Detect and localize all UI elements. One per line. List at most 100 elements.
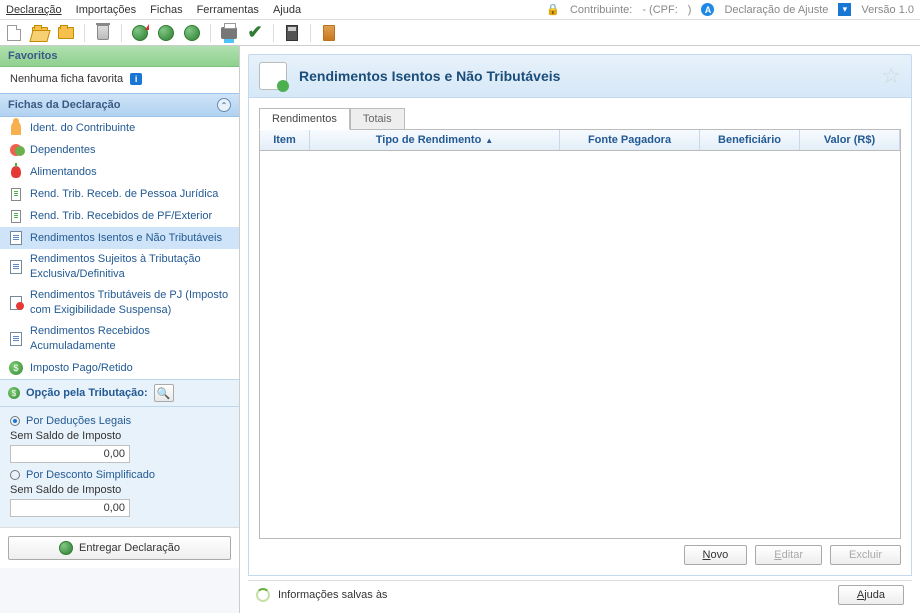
- doc-green-icon: [8, 186, 24, 202]
- opt-label: Por Desconto Simplificado: [26, 469, 155, 481]
- cpf-label: - (CPF:: [642, 4, 677, 16]
- opt-simplificado[interactable]: Por Desconto Simplificado: [10, 467, 229, 483]
- table-header: Item Tipo de Rendimento▲ Fonte Pagadora …: [260, 130, 900, 151]
- favoritos-title: Favoritos: [8, 50, 58, 62]
- coin-icon: $: [8, 360, 24, 376]
- globe-icon[interactable]: [182, 23, 202, 43]
- apple-icon: [8, 164, 24, 180]
- tab-rendimentos[interactable]: Rendimentos: [259, 108, 350, 130]
- statusbar: Informações salvas às Ajuda: [248, 580, 912, 609]
- ficha-dependentes[interactable]: Dependentes: [0, 139, 239, 161]
- toolbar: ✔: [0, 20, 920, 46]
- ficha-rend-isentos[interactable]: Rendimentos Isentos e Não Tributáveis: [0, 227, 239, 249]
- doc-blue-icon: [8, 230, 24, 246]
- menu-ferramentas[interactable]: Ferramentas: [197, 4, 259, 16]
- ficha-rend-pj-suspensa[interactable]: Rendimentos Tributáveis de PJ (Imposto c…: [0, 285, 239, 321]
- editar-rest: ditar: [782, 549, 803, 561]
- person-icon: [8, 120, 24, 136]
- radio-on-icon: [10, 416, 20, 426]
- content-body: Rendimentos Totais Item Tipo de Rendimen…: [248, 98, 912, 576]
- opt1-value: 0,00: [10, 445, 130, 463]
- menu-fichas[interactable]: Fichas: [150, 4, 182, 16]
- editar-button[interactable]: Editar: [755, 545, 822, 565]
- globe-send-icon[interactable]: [130, 23, 150, 43]
- opcao-tributacao-bar: $ Opção pela Tributação: 🔍: [0, 379, 239, 407]
- collapse-icon[interactable]: ⌃: [217, 98, 231, 112]
- ficha-imposto-pago[interactable]: $ Imposto Pago/Retido: [0, 357, 239, 379]
- ficha-label: Rend. Trib. Receb. de Pessoa Jurídica: [30, 187, 218, 202]
- doc-green-icon: [8, 208, 24, 224]
- ficha-ident-contribuinte[interactable]: Ident. do Contribuinte: [0, 117, 239, 139]
- doc-red-icon: [8, 295, 24, 311]
- version-icon: ▾: [838, 3, 851, 16]
- col-fonte[interactable]: Fonte Pagadora: [560, 130, 700, 150]
- clipboard-icon[interactable]: [319, 23, 339, 43]
- ficha-rend-pf[interactable]: Rend. Trib. Recebidos de PF/Exterior: [0, 205, 239, 227]
- folder-icon[interactable]: [56, 23, 76, 43]
- col-tipo-label: Tipo de Rendimento: [376, 134, 482, 146]
- magnify-button[interactable]: 🔍: [154, 384, 174, 402]
- menu-ajuda[interactable]: Ajuda: [273, 4, 301, 16]
- col-item[interactable]: Item: [260, 130, 310, 150]
- ficha-label: Dependentes: [30, 143, 95, 158]
- fav-empty-text: Nenhuma ficha favorita: [10, 73, 123, 85]
- favoritos-body: Nenhuma ficha favorita i: [0, 67, 239, 93]
- opt2-sub: Sem Saldo de Imposto: [10, 483, 229, 497]
- open-folder-icon[interactable]: [30, 23, 50, 43]
- doc-blue-icon: [8, 259, 24, 275]
- menu-importacoes[interactable]: Importações: [76, 4, 137, 16]
- globe-receive-icon[interactable]: [156, 23, 176, 43]
- opt-deducoes[interactable]: Por Deduções Legais: [10, 413, 229, 429]
- excluir-button[interactable]: Excluir: [830, 545, 901, 565]
- sidebar: Favoritos Nenhuma ficha favorita i Ficha…: [0, 46, 240, 613]
- opcao-title: Opção pela Tributação:: [26, 387, 148, 399]
- menu-declaracao[interactable]: Declaração: [6, 4, 62, 16]
- col-valor[interactable]: Valor (R$): [800, 130, 900, 150]
- radio-off-icon: [10, 470, 20, 480]
- fichas-header[interactable]: Fichas da Declaração ⌃: [0, 93, 239, 117]
- ficha-alimentandos[interactable]: Alimentandos: [0, 161, 239, 183]
- ficha-label: Imposto Pago/Retido: [30, 361, 133, 376]
- favoritos-header[interactable]: Favoritos: [0, 46, 239, 67]
- status-text: Informações salvas às: [278, 589, 387, 601]
- version-text: Versão 1.0: [861, 4, 914, 16]
- info-icon[interactable]: i: [130, 73, 142, 85]
- globe-icon: [59, 541, 73, 555]
- ficha-label: Rend. Trib. Recebidos de PF/Exterior: [30, 209, 212, 224]
- content-header: Rendimentos Isentos e Não Tributáveis ☆: [248, 54, 912, 98]
- ficha-rend-acumulado[interactable]: Rendimentos Recebidos Acumuladamente: [0, 321, 239, 357]
- sort-asc-icon: ▲: [485, 136, 493, 145]
- opt2-value: 0,00: [10, 499, 130, 517]
- opt-label: Por Deduções Legais: [26, 415, 131, 427]
- new-doc-icon[interactable]: [4, 23, 24, 43]
- print-icon[interactable]: [219, 23, 239, 43]
- check-icon[interactable]: ✔: [245, 23, 265, 43]
- table-actions: Novo Editar Excluir: [259, 539, 901, 565]
- contribuinte-label: Contribuinte:: [570, 4, 632, 16]
- ficha-rend-pj[interactable]: Rend. Trib. Receb. de Pessoa Jurídica: [0, 183, 239, 205]
- page-title: Rendimentos Isentos e Não Tributáveis: [299, 68, 560, 84]
- ajuda-button[interactable]: Ajuda: [838, 585, 904, 605]
- trash-icon[interactable]: [93, 23, 113, 43]
- cpf-close: ): [688, 4, 692, 16]
- page-doc-icon: [259, 62, 287, 90]
- opt1-sub: Sem Saldo de Imposto: [10, 429, 229, 443]
- ficha-label: Alimentandos: [30, 165, 97, 180]
- persons-icon: [8, 142, 24, 158]
- favorite-star-icon[interactable]: ☆: [881, 63, 901, 89]
- ficha-rend-exclusiva[interactable]: Rendimentos Sujeitos à Tributação Exclus…: [0, 249, 239, 285]
- ficha-label: Rendimentos Tributáveis de PJ (Imposto c…: [30, 288, 231, 318]
- tab-totais[interactable]: Totais: [350, 108, 405, 130]
- coin-icon: $: [8, 387, 20, 399]
- col-tipo[interactable]: Tipo de Rendimento▲: [310, 130, 560, 150]
- ficha-label: Rendimentos Sujeitos à Tributação Exclus…: [30, 252, 231, 282]
- entregar-button[interactable]: Entregar Declaração: [8, 536, 231, 560]
- ficha-label: Rendimentos Isentos e Não Tributáveis: [30, 231, 222, 246]
- tabs: Rendimentos Totais: [259, 108, 901, 130]
- menubar: Declaração Importações Fichas Ferramenta…: [0, 0, 920, 20]
- calculator-icon[interactable]: [282, 23, 302, 43]
- col-beneficiario[interactable]: Beneficiário: [700, 130, 800, 150]
- novo-button[interactable]: Novo: [684, 545, 748, 565]
- main: Rendimentos Isentos e Não Tributáveis ☆ …: [240, 46, 920, 613]
- table-body: [260, 151, 900, 538]
